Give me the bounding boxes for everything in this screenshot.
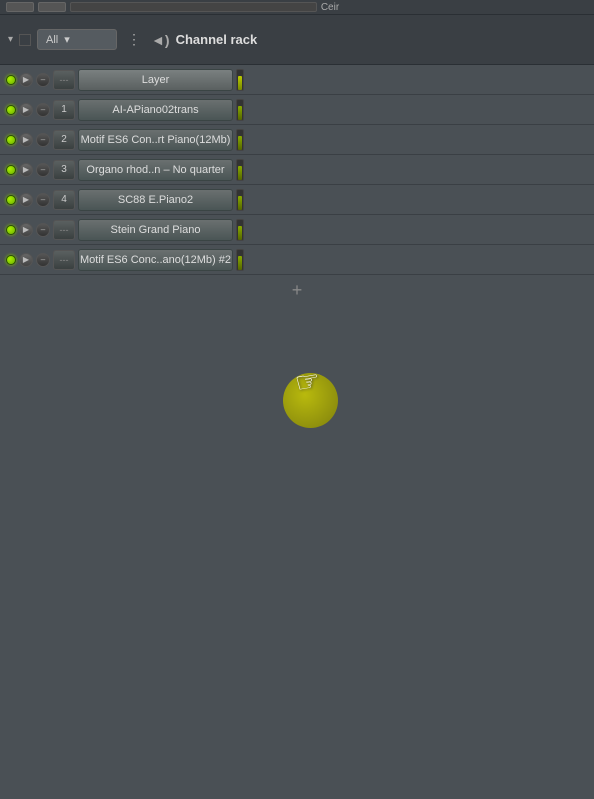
add-channel-button[interactable]: + — [0, 275, 594, 305]
stub-label: Ceir — [321, 2, 339, 13]
channel-volume-bar[interactable] — [236, 99, 244, 121]
channel-number[interactable]: 1 — [53, 100, 75, 120]
led-indicator[interactable] — [6, 165, 16, 175]
channel-name-button[interactable]: Organo rhod..n – No quarter — [78, 159, 233, 181]
channel-number[interactable]: 3 — [53, 160, 75, 180]
led-indicator[interactable] — [6, 105, 16, 115]
led-indicator[interactable] — [6, 225, 16, 235]
channel-small-btn-1[interactable]: ▶ — [19, 163, 33, 177]
channel-rack-title-area: ◄) Channel rack — [151, 32, 257, 48]
channel-mute-btn[interactable]: – — [36, 253, 50, 267]
channel-number[interactable]: --- — [53, 220, 75, 240]
all-dropdown[interactable]: All ▾ — [37, 29, 117, 50]
channel-row: ▶–1AI-APiano02trans — [0, 95, 594, 125]
channel-number[interactable]: --- — [53, 250, 75, 270]
channel-mute-btn[interactable]: – — [36, 103, 50, 117]
channel-row: ▶–4SC88 E.Piano2 — [0, 185, 594, 215]
yellow-circle-indicator — [283, 373, 338, 428]
channel-mute-btn[interactable]: – — [36, 223, 50, 237]
channel-number[interactable]: 4 — [53, 190, 75, 210]
led-indicator[interactable] — [6, 135, 16, 145]
channel-volume-bar[interactable] — [236, 129, 244, 151]
channel-small-btn-1[interactable]: ▶ — [19, 73, 33, 87]
led-indicator[interactable] — [6, 195, 16, 205]
channel-name-button[interactable]: AI-APiano02trans — [78, 99, 233, 121]
speaker-icon: ◄) — [151, 32, 170, 48]
channel-mute-btn[interactable]: – — [36, 133, 50, 147]
channel-volume-bar[interactable] — [236, 69, 244, 91]
channel-name-button[interactable]: Stein Grand Piano — [78, 219, 233, 241]
channel-mute-btn[interactable]: – — [36, 73, 50, 87]
channel-volume-bar[interactable] — [236, 189, 244, 211]
menu-dots-icon[interactable]: ⋮ — [123, 31, 145, 48]
channel-small-btn-1[interactable]: ▶ — [19, 253, 33, 267]
led-indicator[interactable] — [6, 255, 16, 265]
all-dropdown-arrow: ▾ — [64, 33, 70, 46]
channel-row: ▶–2Motif ES6 Con..rt Piano(12Mb) — [0, 125, 594, 155]
channel-row: ▶–---Stein Grand Piano — [0, 215, 594, 245]
all-dropdown-label: All — [46, 34, 58, 46]
channel-rack-header: ▾ All ▾ ⋮ ◄) Channel rack — [0, 15, 594, 65]
led-indicator[interactable] — [6, 75, 16, 85]
stub-button-1[interactable] — [6, 2, 34, 12]
expand-arrow[interactable]: ▾ — [8, 34, 13, 45]
channel-small-btn-1[interactable]: ▶ — [19, 193, 33, 207]
channel-mute-btn[interactable]: – — [36, 193, 50, 207]
channel-small-btn-1[interactable]: ▶ — [19, 133, 33, 147]
channel-name-button[interactable]: SC88 E.Piano2 — [78, 189, 233, 211]
channel-volume-bar[interactable] — [236, 159, 244, 181]
empty-area: ☞ — [0, 305, 594, 795]
channel-name-button[interactable]: Motif ES6 Con..rt Piano(12Mb) — [78, 129, 233, 151]
channel-name-button[interactable]: Motif ES6 Conc..ano(12Mb) #2 — [78, 249, 233, 271]
channel-rack-title-text: Channel rack — [176, 32, 258, 47]
stub-input[interactable] — [70, 2, 317, 12]
channel-mute-btn[interactable]: – — [36, 163, 50, 177]
channel-number[interactable]: 2 — [53, 130, 75, 150]
channel-small-btn-1[interactable]: ▶ — [19, 103, 33, 117]
top-stub-bar: Ceir — [0, 0, 594, 15]
channel-list: ▶–---Layer▶–1AI-APiano02trans▶–2Motif ES… — [0, 65, 594, 305]
channel-volume-bar[interactable] — [236, 249, 244, 271]
channel-volume-bar[interactable] — [236, 219, 244, 241]
channel-row: ▶–3Organo rhod..n – No quarter — [0, 155, 594, 185]
stub-button-2[interactable] — [38, 2, 66, 12]
channel-row: ▶–---Motif ES6 Conc..ano(12Mb) #2 — [0, 245, 594, 275]
channel-number[interactable]: --- — [53, 70, 75, 90]
channel-name-button[interactable]: Layer — [78, 69, 233, 91]
checkbox[interactable] — [19, 34, 31, 46]
channel-small-btn-1[interactable]: ▶ — [19, 223, 33, 237]
channel-row: ▶–---Layer — [0, 65, 594, 95]
